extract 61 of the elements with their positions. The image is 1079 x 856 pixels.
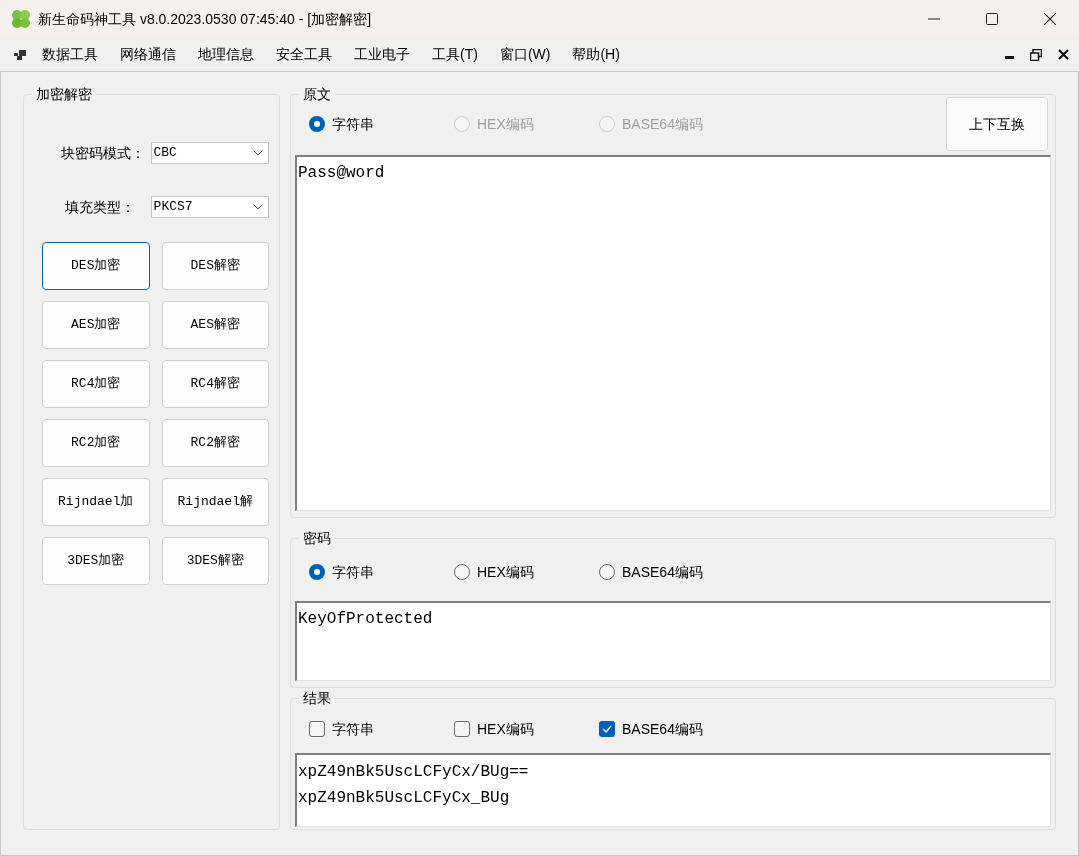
cipher-button[interactable]: DES解密	[161, 242, 269, 290]
cipher-button[interactable]: Rijndael加	[42, 478, 150, 526]
dropdown[interactable]: CBC	[150, 142, 269, 164]
menu-item[interactable]: 安全工具	[265, 37, 343, 72]
cipher-button[interactable]: 3DES解密	[161, 537, 269, 585]
menu-item[interactable]: 窗口(W)	[488, 37, 562, 72]
radio-button[interactable]	[454, 564, 470, 580]
radio-label: 字符串	[332, 562, 374, 582]
radio-label: 字符串	[332, 114, 374, 134]
cipher-button[interactable]: 3DES加密	[42, 537, 150, 585]
text-area[interactable]: Pass@word	[295, 155, 1051, 511]
group-title: 结果	[299, 689, 335, 707]
swap-button[interactable]: 上下互换	[946, 97, 1048, 151]
window-menu-icon[interactable]	[14, 49, 26, 60]
chevron-down-icon	[253, 204, 263, 210]
cipher-button[interactable]: Rijndael解	[161, 478, 269, 526]
cipher-button[interactable]: RC2解密	[161, 419, 269, 467]
radio-label: HEX编码	[477, 114, 534, 134]
close-icon	[1044, 13, 1056, 25]
radio-button[interactable]	[599, 564, 615, 580]
maximize-icon	[986, 13, 998, 25]
radio-label: BASE64编码	[622, 562, 703, 582]
cipher-button[interactable]: RC4解密	[161, 360, 269, 408]
close-icon[interactable]	[1058, 49, 1069, 60]
result-line: xpZ49nBk5UscLCFyCx_BUg	[298, 788, 511, 809]
clover-logo-icon	[10, 8, 32, 30]
cipher-button[interactable]: RC4加密	[42, 360, 150, 408]
window-title: 新生命码神工具 v8.0.2023.0530 07:45:40 - [加密解密]	[38, 9, 372, 29]
checkbox[interactable]	[599, 721, 615, 737]
text-area[interactable]: xpZ49nBk5UscLCFyCx/BUg== xpZ49nBk5UscLCFyCx_BUg	[295, 753, 1051, 827]
restore-icon[interactable]	[1030, 48, 1042, 61]
cipher-button[interactable]: AES加密	[42, 301, 150, 349]
checkmark-icon	[602, 725, 612, 733]
result-line: xpZ49nBk5UscLCFyCx/BUg==	[298, 762, 530, 783]
radio-label: HEX编码	[477, 562, 534, 582]
group-title: 原文	[299, 85, 335, 103]
radio-label: BASE64编码	[622, 114, 703, 134]
checkbox-label: BASE64编码	[622, 719, 703, 739]
cipher-button[interactable]: AES解密	[161, 301, 269, 349]
menu-item[interactable]: 工业电子	[343, 37, 421, 72]
dropdown[interactable]: PKCS7	[150, 196, 269, 218]
checkbox[interactable]	[309, 721, 325, 737]
minimize-icon	[928, 18, 940, 20]
field-label: 填充类型：	[63, 197, 136, 217]
group-title: 加密解密	[32, 85, 96, 103]
cipher-button[interactable]: RC2加密	[42, 419, 150, 467]
chevron-down-icon	[253, 150, 263, 156]
menu-item[interactable]: 数据工具	[31, 37, 109, 72]
checkbox-label: 字符串	[332, 719, 374, 739]
menu-item[interactable]: 网络通信	[109, 37, 187, 72]
field-label: 块密码模式：	[59, 143, 146, 163]
cipher-button[interactable]: DES加密	[42, 242, 150, 290]
radio-button[interactable]	[309, 116, 325, 132]
menu-item[interactable]: 帮助(H)	[561, 37, 631, 72]
menu-item[interactable]: 工具(T)	[421, 37, 489, 72]
radio-button[interactable]	[309, 564, 325, 580]
text-area[interactable]: KeyOfProtected	[295, 601, 1051, 681]
menu-item[interactable]: 地理信息	[187, 37, 265, 72]
checkbox-label: HEX编码	[477, 719, 534, 739]
group-title: 密码	[299, 529, 335, 547]
checkbox[interactable]	[454, 721, 470, 737]
